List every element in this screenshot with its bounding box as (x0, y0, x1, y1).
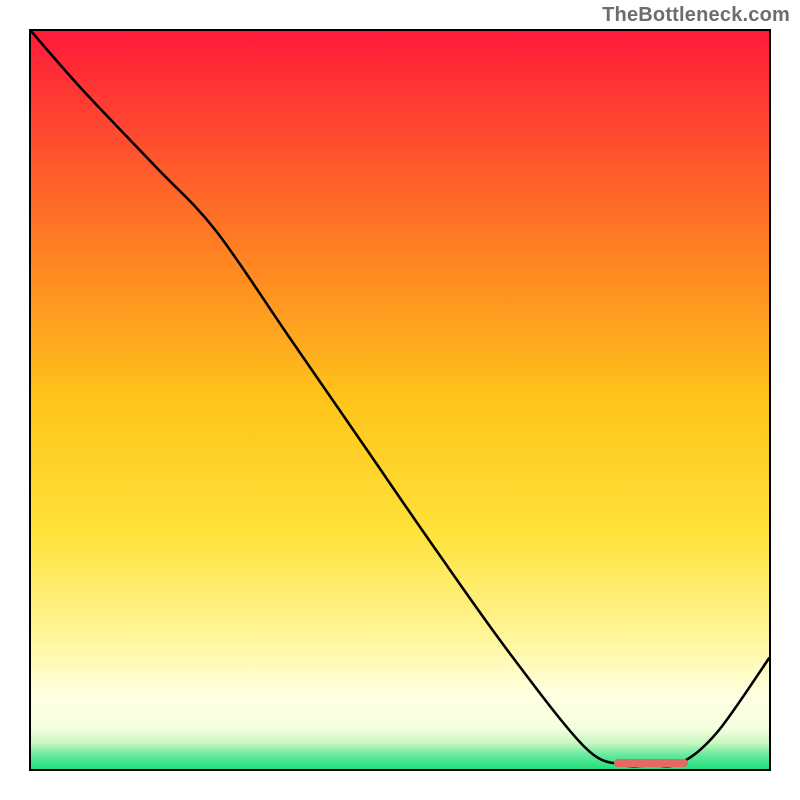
optimal-range-marker (614, 759, 688, 767)
watermark-text: TheBottleneck.com (602, 4, 790, 27)
chart-frame: TheBottleneck.com (0, 0, 800, 800)
bottleneck-curve (31, 31, 769, 769)
plot-area (29, 29, 771, 771)
